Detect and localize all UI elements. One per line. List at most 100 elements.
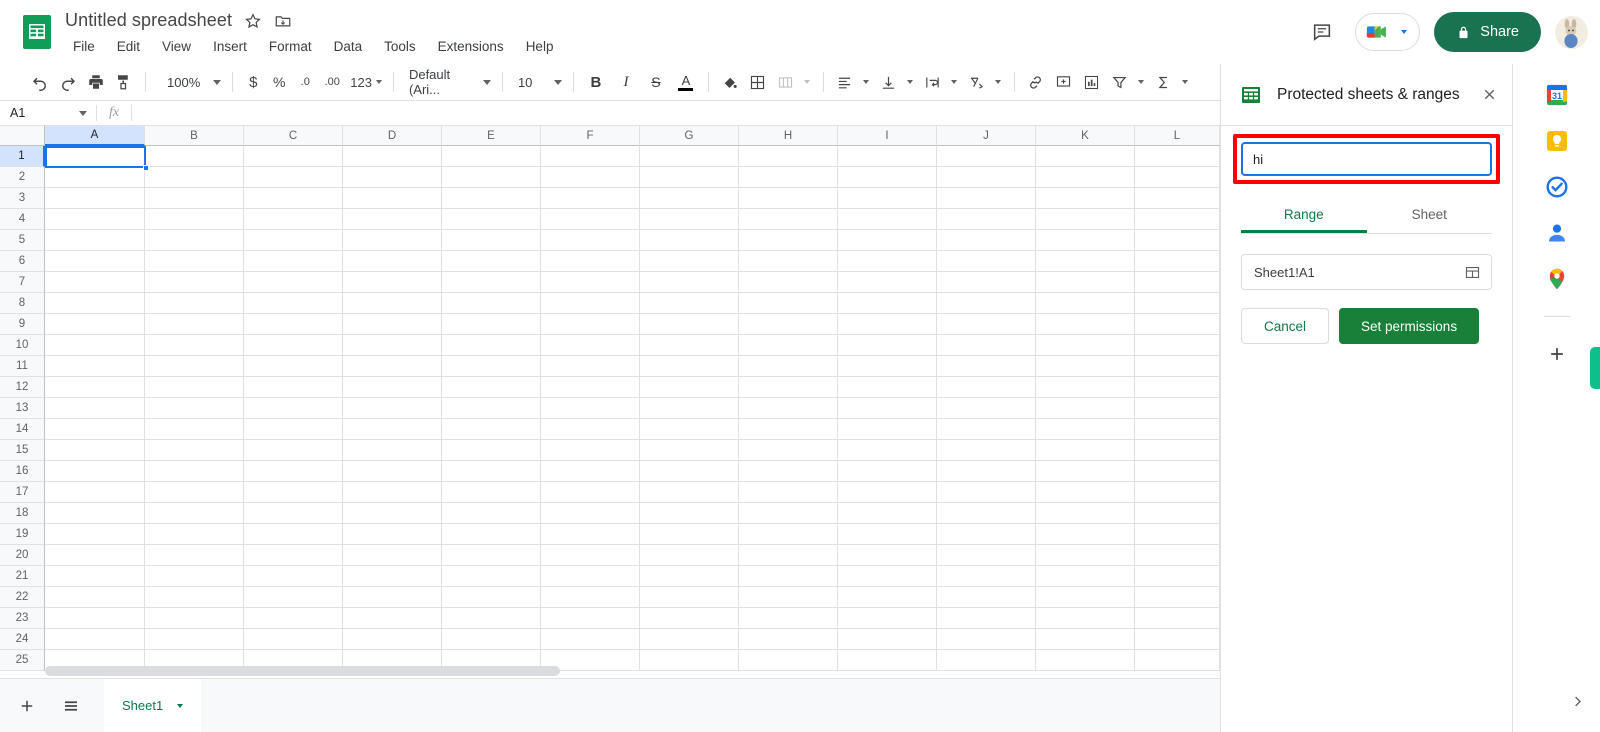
cell-E7[interactable]	[442, 272, 541, 293]
cell-E3[interactable]	[442, 188, 541, 209]
cell-G20[interactable]	[640, 545, 739, 566]
cell-D16[interactable]	[343, 461, 442, 482]
text-color-button[interactable]: A	[671, 68, 701, 96]
cell-E14[interactable]	[442, 419, 541, 440]
cell-A17[interactable]	[45, 482, 145, 503]
row-header-10[interactable]: 10	[0, 335, 45, 356]
cell-B21[interactable]	[145, 566, 244, 587]
cell-H11[interactable]	[739, 356, 838, 377]
cell-B18[interactable]	[145, 503, 244, 524]
cell-D18[interactable]	[343, 503, 442, 524]
cell-F23[interactable]	[541, 608, 640, 629]
cell-A20[interactable]	[45, 545, 145, 566]
row-header-22[interactable]: 22	[0, 587, 45, 608]
google-keep-icon[interactable]	[1544, 128, 1570, 154]
cell-F3[interactable]	[541, 188, 640, 209]
cell-D15[interactable]	[343, 440, 442, 461]
cell-D9[interactable]	[343, 314, 442, 335]
cell-C20[interactable]	[244, 545, 343, 566]
cell-G22[interactable]	[640, 587, 739, 608]
text-rotation-icon[interactable]	[963, 68, 991, 96]
cell-F24[interactable]	[541, 629, 640, 650]
row-header-12[interactable]: 12	[0, 377, 45, 398]
row-header-18[interactable]: 18	[0, 503, 45, 524]
cell-D22[interactable]	[343, 587, 442, 608]
document-title[interactable]: Untitled spreadsheet	[65, 10, 232, 31]
cell-A15[interactable]	[45, 440, 145, 461]
cell-J11[interactable]	[937, 356, 1036, 377]
menu-file[interactable]: File	[65, 37, 103, 56]
cell-J5[interactable]	[937, 230, 1036, 251]
comment-history-icon[interactable]	[1303, 13, 1341, 51]
column-header-i[interactable]: I	[838, 126, 937, 146]
cell-A23[interactable]	[45, 608, 145, 629]
cell-K1[interactable]	[1036, 146, 1135, 167]
merge-cells-icon[interactable]	[772, 68, 800, 96]
cell-G2[interactable]	[640, 167, 739, 188]
cell-E10[interactable]	[442, 335, 541, 356]
cell-L3[interactable]	[1135, 188, 1220, 209]
cell-I6[interactable]	[838, 251, 937, 272]
cell-E1[interactable]	[442, 146, 541, 167]
italic-button[interactable]: I	[611, 68, 641, 96]
cell-J22[interactable]	[937, 587, 1036, 608]
set-permissions-button[interactable]: Set permissions	[1339, 308, 1480, 344]
description-input[interactable]	[1241, 142, 1492, 176]
cell-L7[interactable]	[1135, 272, 1220, 293]
cell-E11[interactable]	[442, 356, 541, 377]
column-header-e[interactable]: E	[442, 126, 541, 146]
column-header-a[interactable]: A	[45, 126, 145, 146]
cell-A14[interactable]	[45, 419, 145, 440]
cell-J7[interactable]	[937, 272, 1036, 293]
cell-G15[interactable]	[640, 440, 739, 461]
row-header-5[interactable]: 5	[0, 230, 45, 251]
cell-G8[interactable]	[640, 293, 739, 314]
cell-K12[interactable]	[1036, 377, 1135, 398]
number-format-selector[interactable]: 123	[346, 68, 386, 96]
cell-G7[interactable]	[640, 272, 739, 293]
select-all-corner[interactable]	[0, 126, 45, 146]
row-header-6[interactable]: 6	[0, 251, 45, 272]
horizontal-align-icon[interactable]	[831, 68, 859, 96]
cell-A16[interactable]	[45, 461, 145, 482]
cell-G6[interactable]	[640, 251, 739, 272]
cell-B5[interactable]	[145, 230, 244, 251]
cell-L22[interactable]	[1135, 587, 1220, 608]
cell-I15[interactable]	[838, 440, 937, 461]
cell-L19[interactable]	[1135, 524, 1220, 545]
cell-A12[interactable]	[45, 377, 145, 398]
cell-F19[interactable]	[541, 524, 640, 545]
cell-C24[interactable]	[244, 629, 343, 650]
row-header-14[interactable]: 14	[0, 419, 45, 440]
cell-J10[interactable]	[937, 335, 1036, 356]
cell-L23[interactable]	[1135, 608, 1220, 629]
column-header-g[interactable]: G	[640, 126, 739, 146]
cell-K6[interactable]	[1036, 251, 1135, 272]
cell-H3[interactable]	[739, 188, 838, 209]
cell-B17[interactable]	[145, 482, 244, 503]
cell-D11[interactable]	[343, 356, 442, 377]
cell-I23[interactable]	[838, 608, 937, 629]
cell-I10[interactable]	[838, 335, 937, 356]
text-wrap-icon[interactable]	[919, 68, 947, 96]
row-header-21[interactable]: 21	[0, 566, 45, 587]
cell-E5[interactable]	[442, 230, 541, 251]
cell-I2[interactable]	[838, 167, 937, 188]
google-tasks-icon[interactable]	[1544, 174, 1570, 200]
column-header-k[interactable]: K	[1036, 126, 1135, 146]
star-icon[interactable]	[244, 12, 262, 30]
cell-A22[interactable]	[45, 587, 145, 608]
cell-I19[interactable]	[838, 524, 937, 545]
menu-extensions[interactable]: Extensions	[430, 37, 512, 56]
cell-I8[interactable]	[838, 293, 937, 314]
cell-E4[interactable]	[442, 209, 541, 230]
cell-F14[interactable]	[541, 419, 640, 440]
tab-sheet[interactable]: Sheet	[1367, 198, 1493, 233]
cell-C14[interactable]	[244, 419, 343, 440]
cell-K9[interactable]	[1036, 314, 1135, 335]
cell-E20[interactable]	[442, 545, 541, 566]
cell-K15[interactable]	[1036, 440, 1135, 461]
cell-H6[interactable]	[739, 251, 838, 272]
undo-icon[interactable]	[26, 68, 54, 96]
cell-I18[interactable]	[838, 503, 937, 524]
